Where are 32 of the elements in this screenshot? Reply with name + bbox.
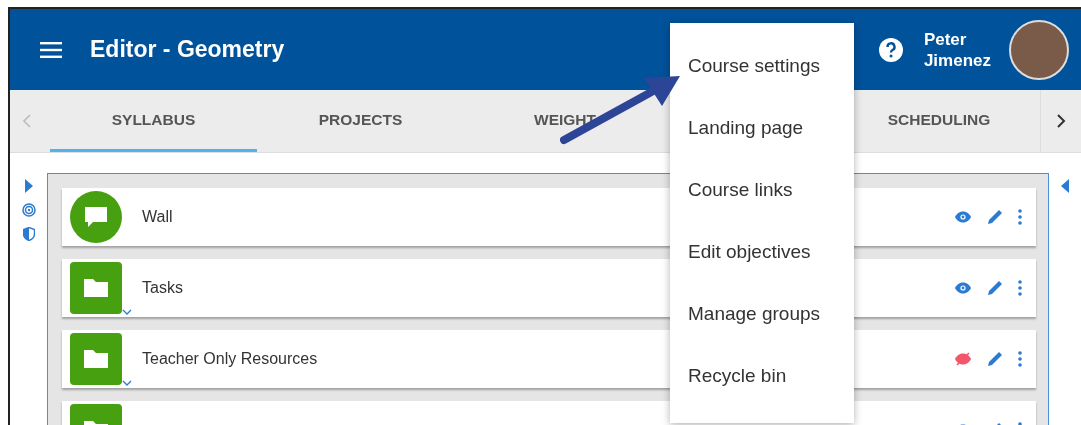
more-vertical-icon[interactable] (1018, 351, 1022, 367)
eye-icon[interactable] (954, 211, 972, 223)
menu-item[interactable]: Course settings (670, 35, 854, 97)
row-title: Wall (142, 208, 173, 226)
row-title: Teacher Only Resources (142, 350, 318, 368)
row-title: Tasks (142, 279, 183, 297)
eye-icon[interactable] (954, 282, 972, 294)
chevron-right-icon[interactable] (1056, 113, 1066, 129)
pencil-icon[interactable] (986, 208, 1004, 226)
folder-icon (70, 262, 122, 314)
shield-icon[interactable] (22, 227, 35, 241)
help-icon[interactable] (877, 36, 904, 63)
user-last-name[interactable]: Jimenez (923, 49, 991, 71)
user-first-name[interactable]: Peter (923, 28, 991, 50)
tab[interactable]: SCHEDULING (864, 90, 1014, 152)
menu-item[interactable]: Landing page (670, 97, 854, 159)
chevron-down-icon[interactable] (122, 380, 132, 386)
pencil-icon[interactable] (986, 350, 1004, 368)
eye-slash-icon[interactable] (954, 352, 972, 366)
tab[interactable]: PROJECTS (257, 90, 464, 152)
pencil-icon[interactable] (986, 279, 1004, 297)
expand-triangle-icon[interactable] (24, 179, 33, 193)
page-title: Editor - Geometry (90, 36, 285, 63)
menu-icon[interactable] (40, 41, 62, 58)
more-vertical-icon[interactable] (1018, 280, 1022, 296)
collapse-triangle-icon[interactable] (1061, 179, 1069, 193)
chevron-down-icon[interactable] (122, 309, 132, 315)
folder-icon (70, 333, 122, 385)
tab[interactable]: SYLLABUS (50, 90, 257, 152)
more-vertical-icon[interactable] (1018, 209, 1022, 225)
target-icon[interactable] (21, 203, 36, 217)
chat-bubble-icon (70, 191, 122, 243)
